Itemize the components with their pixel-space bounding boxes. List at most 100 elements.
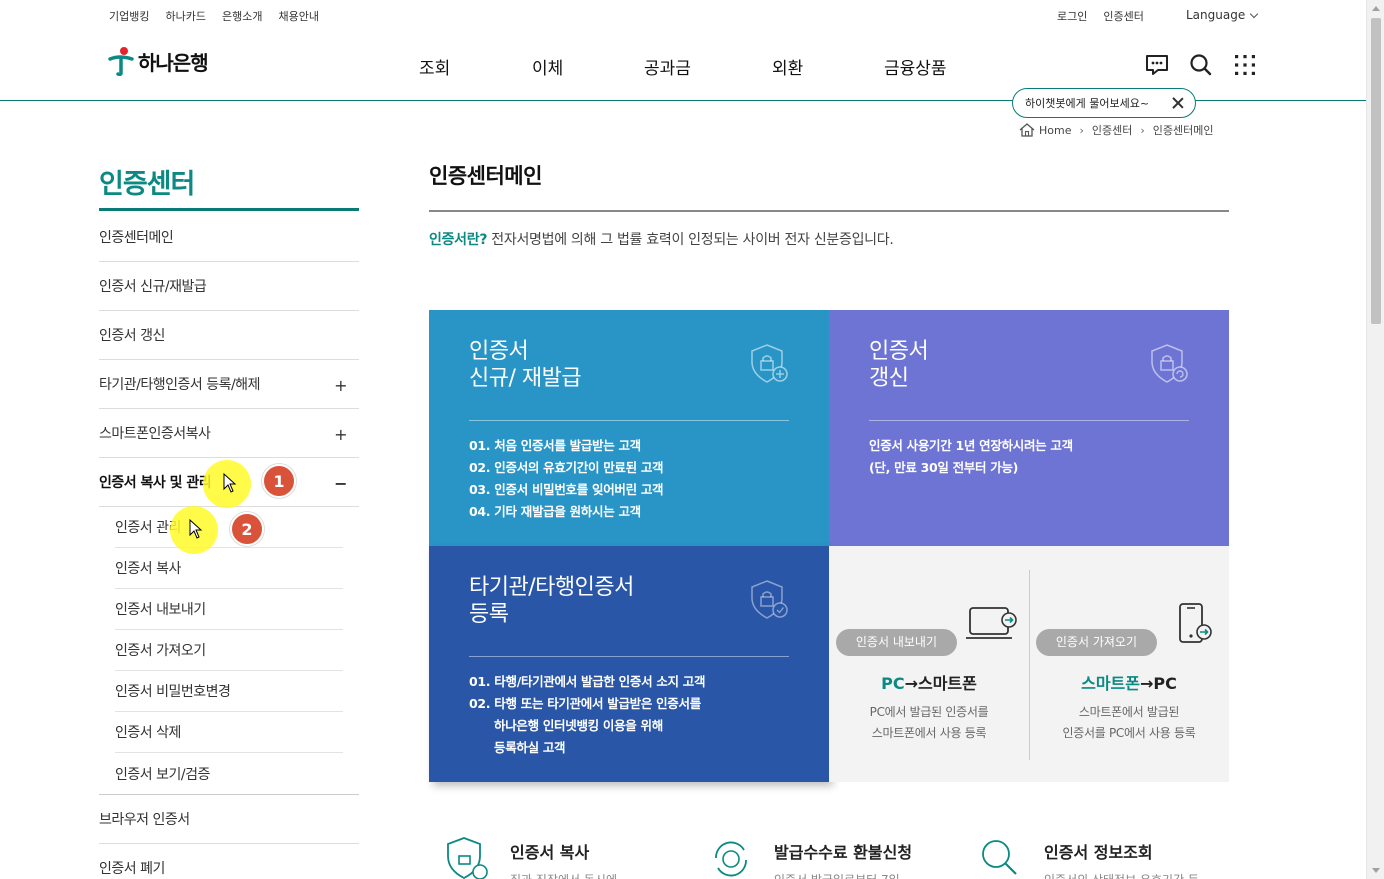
export-column[interactable]: 인증서 내보내기 PC→스마트폰 PC에서 발급된 인증서를 스마트폰에서 사용 … [829, 572, 1029, 744]
login-link[interactable]: 로그인 [1057, 8, 1087, 24]
lnb-item-cert-issue[interactable]: 인증서 신규/재발급 [99, 262, 359, 311]
shield-copy-icon [447, 837, 488, 879]
util-link-corporate[interactable]: 기업뱅킹 [109, 8, 149, 24]
logo-text: 하나은행 [138, 50, 209, 75]
util-link-recruit[interactable]: 채용안내 [278, 8, 318, 24]
import-title: 스마트폰→PC [1081, 674, 1177, 693]
all-menu-grid-icon[interactable] [1232, 52, 1258, 78]
export-title: PC→스마트폰 [881, 674, 977, 693]
card-list-item: 02. 타행 또는 타기관에서 발급받은 인증서를 [469, 696, 701, 711]
quick-fee-refund[interactable]: 발급수수료 환불신청인증서 발급일로부터 7일 [708, 836, 912, 879]
lnb-item-cert-renew[interactable]: 인증서 갱신 [99, 311, 359, 360]
scroll-up-arrow-icon[interactable] [1372, 6, 1380, 11]
lnb-sub-cert-export[interactable]: 인증서 내보내기 [115, 589, 343, 630]
page-scrollbar[interactable] [1366, 0, 1384, 879]
import-pill-button[interactable]: 인증서 가져오기 [1035, 629, 1157, 656]
lnb-sub-cert-view[interactable]: 인증서 보기/검증 [115, 753, 343, 794]
card-export-import: 인증서 내보내기 PC→스마트폰 PC에서 발급된 인증서를 스마트폰에서 사용 … [829, 546, 1229, 782]
util-link-card[interactable]: 하나카드 [165, 8, 205, 24]
expand-icon[interactable]: + [334, 425, 347, 444]
lnb-item-browser-cert[interactable]: 브라우저 인증서 [99, 795, 359, 844]
card-other-bank-cert[interactable]: 타기관/타행인증서 등록 01. 타행/타기관에서 발급한 인증서 소지 고객 0… [429, 546, 829, 782]
lnb-sub-cert-password[interactable]: 인증서 비밀번호변경 [115, 671, 343, 712]
utility-bar: 기업뱅킹 하나카드 은행소개 채용안내 로그인 인증센터 Language [0, 0, 1366, 32]
chatbot-tooltip[interactable]: 하이챗봇에게 물어보세요~ [1012, 88, 1196, 118]
expand-icon[interactable]: + [334, 376, 347, 395]
shield-renew-icon [1151, 344, 1188, 383]
lnb-sub-cert-delete[interactable]: 인증서 삭제 [115, 712, 343, 753]
lnb-item-cert-revoke[interactable]: 인증서 폐기 [99, 844, 359, 879]
scrollbar-thumb[interactable] [1371, 18, 1381, 324]
breadcrumb-cert-center[interactable]: 인증센터 [1092, 122, 1132, 138]
gnb-transfer[interactable]: 이체 [532, 54, 563, 79]
lnb-submenu: 인증서 관리 인증서 복사 인증서 내보내기 인증서 가져오기 인증서 비밀번호… [99, 507, 359, 795]
collapse-icon[interactable]: − [334, 474, 347, 493]
search-icon [982, 840, 1017, 875]
lnb-divider [99, 208, 359, 211]
logo[interactable]: 하나은행 [108, 46, 209, 76]
lnb-item-cert-main[interactable]: 인증센터메인 [99, 213, 359, 262]
card-cert-issue[interactable]: 인증서 신규/ 재발급 01. 처음 인증서를 발급받는 고객 02. 인증서의 … [429, 310, 829, 546]
mouse-cursor-icon [189, 519, 203, 539]
card-list: 인증서 사용기간 1년 연장하시려는 고객 (단, 만료 30일 전부터 가능) [869, 435, 1189, 479]
lnb-item-label: 타기관/타행인증서 등록/해제 [99, 377, 260, 393]
card-title: 인증서 갱신 [869, 339, 929, 391]
lnb-item-other-bank-cert[interactable]: 타기관/타행인증서 등록/해제 + [99, 360, 359, 409]
card-list-item: 등록하실 고객 [494, 740, 566, 755]
lnb-sub-cert-manage[interactable]: 인증서 관리 [115, 507, 343, 548]
breadcrumb-home[interactable]: Home [1039, 124, 1071, 137]
laptop-export-icon [966, 607, 1017, 639]
gnb-foreign-exchange[interactable]: 외환 [772, 54, 803, 79]
scroll-down-arrow-icon[interactable] [1372, 868, 1380, 873]
gnb-utility-bills[interactable]: 공과금 [644, 54, 691, 79]
page-title: 인증센터메인 [429, 164, 542, 188]
card-list-item: 04. 기타 재발급을 원하시는 고객 [469, 504, 641, 519]
search-icon[interactable] [1188, 52, 1214, 78]
mouse-cursor-icon [223, 473, 237, 493]
card-cert-renew[interactable]: 인증서 갱신 인증서 사용기간 1년 연장하시려는 고객 (단, 만료 30일 전… [829, 310, 1229, 546]
lnb-item-label: 인증서 갱신 [99, 328, 165, 344]
lnb-item-smartphone-copy[interactable]: 스마트폰인증서복사 + [99, 409, 359, 458]
card-list: 01. 타행/타기관에서 발급한 인증서 소지 고객 02. 타행 또는 타기관… [469, 671, 789, 759]
chatbot-icon[interactable] [1144, 52, 1170, 78]
close-icon[interactable] [1171, 96, 1185, 110]
title-divider [429, 210, 1229, 212]
quick-desc: 인증서 발급일로부터 7일 [774, 871, 912, 879]
quick-desc: 인증서의 상태정보 유효기간 등 [1044, 871, 1199, 879]
card-list: 01. 처음 인증서를 발급받는 고객 02. 인증서의 유효기간이 만료된 고… [469, 435, 789, 523]
quick-cert-copy[interactable]: 인증서 복사집과 직장에서 동시에 [444, 836, 617, 879]
breadcrumb-current: 인증센터메인 [1152, 124, 1214, 137]
hana-logo-icon [108, 47, 134, 76]
export-pill-button[interactable]: 인증서 내보내기 [835, 629, 957, 656]
quick-title: 인증서 정보조회 [1044, 843, 1153, 862]
card-list-item: 인증서 사용기간 1년 연장하시려는 고객 [869, 438, 1073, 453]
step-badge-2: 2 [230, 512, 264, 546]
card-divider [469, 656, 789, 657]
card-title: 인증서 신규/ 재발급 [469, 339, 582, 391]
shield-add-icon [751, 344, 788, 383]
chevron-down-icon [1249, 9, 1259, 19]
refund-icon [715, 841, 747, 877]
chatbot-tooltip-text: 하이챗봇에게 물어보세요~ [1025, 97, 1150, 110]
utility-account-links: 로그인 인증센터 [1057, 8, 1144, 24]
quick-cert-info[interactable]: 인증서 정보조회인증서의 상태정보 유효기간 등 [978, 836, 1199, 879]
lnb-item-label: 인증서 복사 및 관리 [99, 475, 212, 491]
gnb-financial-products[interactable]: 금융상품 [884, 54, 947, 79]
card-list-item: (단, 만료 30일 전부터 가능) [869, 460, 1019, 475]
language-select[interactable]: Language [1186, 8, 1259, 22]
quick-desc: 집과 직장에서 동시에 [510, 871, 617, 879]
lnb-sub-cert-import[interactable]: 인증서 가져오기 [115, 630, 343, 671]
breadcrumb-separator: › [1079, 123, 1084, 137]
gnb-inquiry[interactable]: 조회 [419, 54, 450, 79]
intro-body: 전자서명법에 의해 그 법률 효력이 인정되는 사이버 전자 신분증입니다. [487, 232, 894, 248]
breadcrumb-separator: › [1140, 123, 1145, 137]
lnb-item-label: 인증센터메인 [99, 230, 174, 246]
card-list-item: 02. 인증서의 유효기간이 만료된 고객 [469, 460, 664, 475]
import-column[interactable]: 인증서 가져오기 스마트폰→PC 스마트폰에서 발급된 인증서를 PC에서 사용 … [1029, 572, 1229, 744]
util-link-about[interactable]: 은행소개 [222, 8, 262, 24]
export-desc: PC에서 발급된 인증서를 스마트폰에서 사용 등록 [869, 705, 989, 740]
lnb-sub-cert-copy[interactable]: 인증서 복사 [115, 548, 343, 589]
lnb-item-label: 인증서 폐기 [99, 861, 165, 877]
language-label: Language [1186, 8, 1246, 22]
cert-center-link[interactable]: 인증센터 [1103, 8, 1143, 24]
